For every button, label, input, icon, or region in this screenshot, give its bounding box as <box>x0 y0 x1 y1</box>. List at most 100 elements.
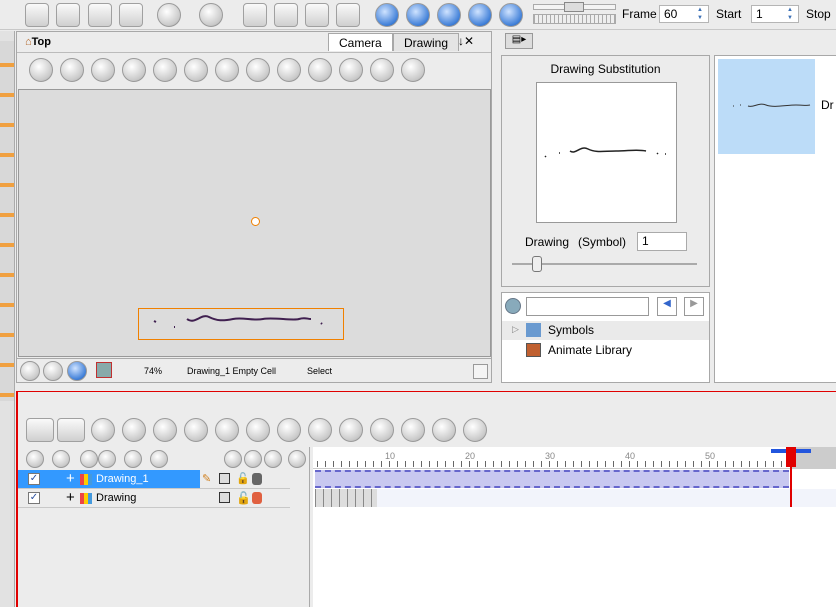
frame-rate-slider[interactable] <box>533 14 616 24</box>
redo-icon[interactable] <box>199 3 223 27</box>
camera-view-panel: ⌂Top 74% Drawing_1 Empty Cell Select <box>16 31 492 383</box>
library-item-animate-library[interactable]: Animate Library <box>502 341 709 360</box>
layer-row-drawing-1[interactable]: ✓ + Drawing_1 <box>18 470 200 489</box>
add-view-icon[interactable] <box>277 58 301 82</box>
open-folder-icon[interactable] <box>25 3 49 27</box>
speed-slider[interactable] <box>533 2 616 12</box>
cut-icon[interactable] <box>243 3 267 27</box>
timeline-ruler[interactable]: 10 20 30 40 50 <box>313 447 836 469</box>
pivot-point[interactable] <box>251 217 260 226</box>
tool-buttons[interactable] <box>0 41 14 401</box>
deform-icon[interactable] <box>401 58 425 82</box>
render-gear-icon[interactable] <box>43 361 63 381</box>
zoom-level[interactable]: 74% <box>144 366 162 376</box>
add-peg-icon[interactable] <box>124 450 142 468</box>
stop-motion-icon[interactable] <box>463 418 487 442</box>
mesh-icon[interactable] <box>339 58 363 82</box>
settings-gear-icon[interactable] <box>67 361 87 381</box>
add-drawing-icon[interactable] <box>91 418 115 442</box>
onion-skin-icon[interactable] <box>26 418 54 442</box>
mirror-icon[interactable] <box>308 58 332 82</box>
pencil-icon[interactable]: ✎ <box>202 472 211 485</box>
lock-icon[interactable]: 🔓 <box>236 472 250 485</box>
breadcrumb-top[interactable]: ⌂Top <box>25 36 51 48</box>
tab-camera[interactable]: Camera <box>328 33 393 51</box>
forward-button[interactable]: ▶ <box>684 297 704 316</box>
substitution-slider[interactable] <box>512 256 697 272</box>
insert-icon[interactable] <box>153 418 177 442</box>
flip-h-icon[interactable] <box>153 58 177 82</box>
add-frame-icon[interactable] <box>184 418 208 442</box>
layer-row-drawing[interactable]: ✓ + Drawing 🔓 <box>18 489 290 508</box>
crosshair-icon[interactable] <box>20 361 40 381</box>
center-icon[interactable] <box>215 58 239 82</box>
remove-layer-icon[interactable] <box>98 450 116 468</box>
database-icon[interactable] <box>252 473 262 485</box>
expand-icon[interactable]: ▷ <box>512 324 519 335</box>
layer-view-icon[interactable] <box>224 450 242 468</box>
collapse-icon[interactable] <box>288 450 306 468</box>
sound-scrub-icon[interactable] <box>499 3 523 27</box>
flip-v-icon[interactable] <box>184 58 208 82</box>
add-keyframe-icon[interactable] <box>60 58 84 82</box>
scanner-icon[interactable] <box>122 418 146 442</box>
next-keyframe-icon[interactable] <box>370 418 394 442</box>
timeline-frames[interactable]: 10 20 30 40 50 <box>313 447 836 607</box>
drawing-cells[interactable] <box>315 489 377 507</box>
frame-view-icon[interactable] <box>264 450 282 468</box>
motion-icon[interactable] <box>432 418 456 442</box>
bone-icon[interactable] <box>370 58 394 82</box>
playhead[interactable] <box>786 447 796 507</box>
reduce-icon[interactable] <box>215 418 239 442</box>
sound-icon[interactable] <box>468 3 492 27</box>
camera-viewport[interactable] <box>18 89 491 357</box>
library-item-symbols[interactable]: ▷ Symbols <box>502 321 709 340</box>
add-keyframe-icon[interactable] <box>277 418 301 442</box>
remove-keyframe-icon[interactable] <box>308 418 332 442</box>
library-menu-icon[interactable]: ▤▸ <box>505 33 533 49</box>
tab-drawing[interactable]: Drawing <box>393 33 460 51</box>
thumbnail-item[interactable] <box>718 59 815 154</box>
add-layer-icon[interactable] <box>80 450 98 468</box>
ease-icon[interactable] <box>401 418 425 442</box>
undo-icon[interactable] <box>157 3 181 27</box>
play-selection-icon[interactable] <box>406 3 430 27</box>
copy-icon[interactable] <box>274 3 298 27</box>
export-icon[interactable] <box>119 3 143 27</box>
view-toggle[interactable] <box>473 364 488 379</box>
motion-path-icon[interactable] <box>91 58 115 82</box>
start-field[interactable]: 1 <box>751 5 799 23</box>
keyframe-line-icon[interactable] <box>122 58 146 82</box>
back-button[interactable]: ◀ <box>657 297 677 316</box>
drawing-1-exposure[interactable] <box>315 470 789 488</box>
prev-keyframe-icon[interactable] <box>339 418 363 442</box>
add-effect-icon[interactable] <box>150 450 168 468</box>
layer-enable-checkbox[interactable]: ✓ <box>28 492 40 504</box>
color-swatch[interactable] <box>219 473 230 484</box>
color-swatch[interactable] <box>219 492 230 503</box>
save-icon[interactable] <box>56 3 80 27</box>
lock-icon[interactable]: 🔓 <box>236 491 251 505</box>
loop-icon[interactable] <box>437 3 461 27</box>
layer-enable-checkbox[interactable]: ✓ <box>28 473 40 485</box>
library-search-input[interactable] <box>526 297 649 316</box>
enable-all-icon[interactable] <box>52 450 70 468</box>
panel-menu-close-icon[interactable]: ↓✕ <box>458 34 474 48</box>
paste-icon[interactable] <box>305 3 329 27</box>
extend-icon[interactable] <box>246 418 270 442</box>
save-as-icon[interactable] <box>88 3 112 27</box>
database-icon[interactable] <box>252 492 262 504</box>
sound-wave-icon[interactable] <box>57 418 85 442</box>
show-all-icon[interactable] <box>26 450 44 468</box>
dot-view-icon[interactable] <box>244 450 262 468</box>
frame-field[interactable]: 60 <box>659 5 709 23</box>
layer-name[interactable]: Drawing <box>96 492 136 504</box>
drawing-number-field[interactable]: 1 <box>637 232 687 251</box>
camera-select-icon[interactable] <box>96 362 112 378</box>
grid-icon[interactable] <box>29 58 53 82</box>
play-icon[interactable] <box>375 3 399 27</box>
scene-icon[interactable] <box>336 3 360 27</box>
layer-name[interactable]: Drawing_1 <box>96 473 149 485</box>
selection-box[interactable] <box>138 308 344 340</box>
camera-icon[interactable] <box>246 58 270 82</box>
